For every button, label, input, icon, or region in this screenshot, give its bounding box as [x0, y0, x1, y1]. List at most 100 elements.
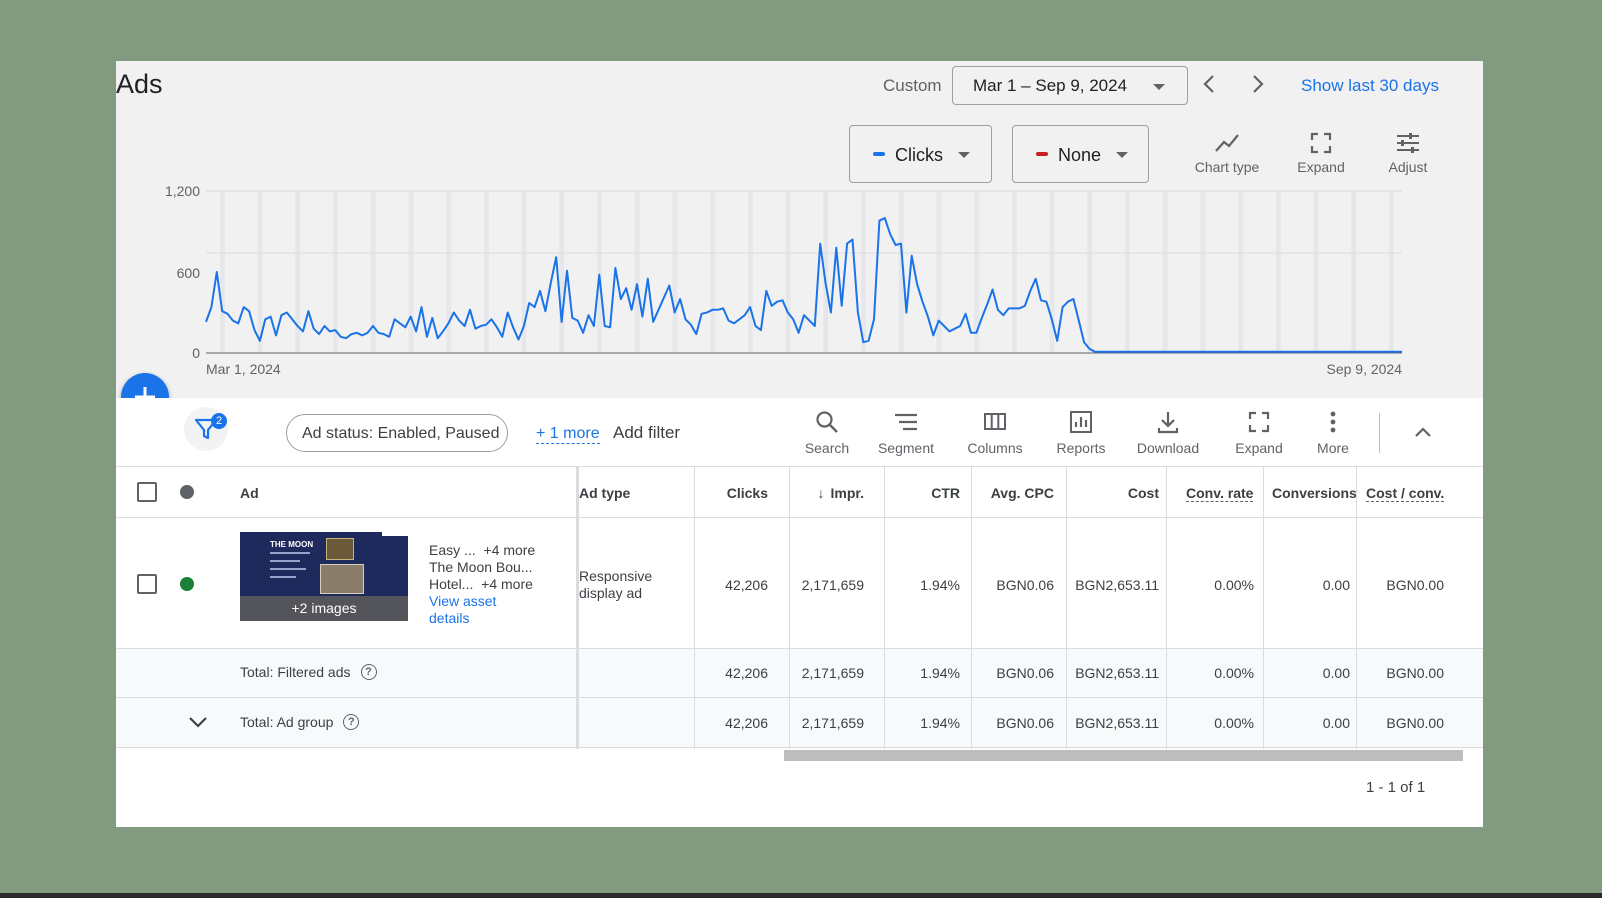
- metric2-select[interactable]: None: [1012, 125, 1149, 183]
- metric2-label: None: [1058, 145, 1102, 165]
- thumb-line: [270, 560, 300, 562]
- weekend-band: [220, 191, 225, 353]
- column-divider: [1166, 467, 1167, 749]
- cell-cost-per-conv: BGN0.00: [1386, 577, 1444, 593]
- help-icon[interactable]: ?: [343, 714, 360, 731]
- sort-arrow-down-icon: ↓: [817, 485, 825, 501]
- ad-status-filter-chip[interactable]: Ad status: Enabled, Paused: [286, 414, 508, 452]
- total-group-conversions: 0.00: [1322, 715, 1350, 731]
- cell-conversions: 0.00: [1322, 577, 1350, 593]
- col-conv-rate[interactable]: Conv. rate: [1186, 485, 1254, 502]
- thumb-line: [270, 552, 310, 554]
- adjust-icon: [1397, 133, 1419, 153]
- col-cost-per-conv[interactable]: Cost / conv.: [1366, 485, 1445, 502]
- column-divider: [1263, 467, 1264, 749]
- status-header-dot[interactable]: [180, 485, 194, 499]
- date-range-picker[interactable]: Mar 1 – Sep 9, 2024: [952, 66, 1188, 105]
- thumb-photo: [320, 564, 364, 594]
- col-conv-rate-label: Conv. rate: [1186, 485, 1254, 502]
- expand-icon: [1248, 411, 1270, 433]
- chevron-up-icon: [1415, 427, 1431, 437]
- x-label-start: Mar 1, 2024: [206, 361, 281, 377]
- x-label-end: Sep 9, 2024: [1326, 361, 1402, 377]
- cell-conv-rate: 0.00%: [1214, 577, 1254, 593]
- view-asset-details-link[interactable]: View asset details: [429, 593, 535, 627]
- more-vert-icon: [1330, 411, 1336, 433]
- collapse-chart-button[interactable]: [1407, 419, 1439, 450]
- ad-image-preview[interactable]: THE MOON +2 images: [240, 532, 408, 621]
- ads-panel: Ads Custom Mar 1 – Sep 9, 2024 Show last…: [116, 61, 1483, 827]
- download-button[interactable]: Download: [1133, 409, 1203, 456]
- expand-chart-button[interactable]: Expand: [1291, 131, 1351, 175]
- weekend-band: [1087, 191, 1093, 353]
- total-filtered-avg-cpc: BGN0.06: [996, 665, 1054, 681]
- search-icon: [816, 411, 838, 433]
- headline-1: Easy ...: [429, 542, 476, 558]
- more-options-button[interactable]: More: [1312, 409, 1354, 456]
- metric1-label: Clicks: [895, 145, 943, 165]
- chevron-left-icon: [1203, 75, 1214, 93]
- ad-type-line2: display ad: [579, 585, 643, 601]
- weekend-band: [748, 191, 753, 353]
- search-button[interactable]: Search: [798, 409, 856, 456]
- col-conversions[interactable]: Conversions: [1272, 485, 1360, 501]
- previous-period-button[interactable]: [1196, 70, 1224, 98]
- column-divider: [884, 467, 885, 749]
- filter-count-badge: 2: [211, 413, 227, 429]
- images-caption: +2 images: [240, 596, 408, 621]
- col-avg-cpc[interactable]: Avg. CPC: [976, 485, 1054, 501]
- weekend-bands: [220, 191, 1394, 353]
- chart-type-button[interactable]: Chart type: [1184, 131, 1270, 175]
- reports-label: Reports: [1056, 440, 1106, 456]
- help-icon[interactable]: ?: [360, 664, 377, 681]
- column-divider: [971, 467, 972, 749]
- search-label: Search: [804, 440, 850, 456]
- caret-down-icon: [1153, 84, 1165, 90]
- columns-icon: [984, 413, 1006, 430]
- col-impr[interactable]: ↓ Impr.: [788, 485, 864, 501]
- select-all-checkbox[interactable]: [137, 482, 157, 502]
- weekend-band: [408, 191, 414, 353]
- caret-down-icon: [1116, 152, 1128, 158]
- col-ad-type[interactable]: Ad type: [579, 485, 630, 501]
- weekend-band: [1125, 191, 1130, 353]
- expand-table-button[interactable]: Expand: [1229, 409, 1289, 456]
- weekend-band: [672, 191, 678, 353]
- columns-label: Columns: [967, 440, 1023, 456]
- col-ad[interactable]: Ad: [240, 485, 259, 501]
- weekend-band: [1200, 191, 1206, 353]
- total-group-cost: BGN2,653.11: [1075, 715, 1159, 731]
- col-cost[interactable]: Cost: [1071, 485, 1159, 501]
- cell-avg-cpc: BGN0.06: [996, 577, 1054, 593]
- chart-area: Ads Custom Mar 1 – Sep 9, 2024 Show last…: [116, 61, 1483, 398]
- horizontal-scrollbar[interactable]: [784, 750, 1463, 761]
- show-last-30-days-link[interactable]: Show last 30 days: [1301, 76, 1439, 96]
- pagination-status: 1 - 1 of 1: [1366, 779, 1426, 796]
- row-checkbox[interactable]: [137, 574, 157, 594]
- more-filters-link[interactable]: + 1 more: [536, 425, 600, 444]
- ad-headlines: Easy ... +4 more The Moon Bou... Hotel..…: [429, 542, 535, 627]
- next-period-button[interactable]: [1243, 70, 1271, 98]
- chevron-right-icon: [1253, 75, 1264, 93]
- total-group-avg-cpc: BGN0.06: [996, 715, 1054, 731]
- status-enabled-dot[interactable]: [180, 577, 194, 591]
- segment-label: Segment: [877, 440, 935, 456]
- adjust-chart-button[interactable]: Adjust: [1380, 131, 1436, 175]
- total-filtered-conv-rate: 0.00%: [1214, 665, 1254, 681]
- caret-down-icon: [958, 152, 970, 158]
- col-ctr[interactable]: CTR: [886, 485, 960, 501]
- columns-button[interactable]: Columns: [963, 409, 1027, 456]
- weekend-band: [936, 191, 942, 353]
- expand-total-button[interactable]: [186, 710, 210, 737]
- segment-button[interactable]: Segment: [874, 409, 938, 456]
- total-ad-group-label: Total: Ad group?: [240, 714, 360, 731]
- headline-2: The Moon Bou...: [429, 559, 533, 575]
- col-clicks[interactable]: Clicks: [686, 485, 768, 501]
- metric1-swatch: [873, 152, 885, 157]
- metric2-swatch: [1036, 152, 1048, 157]
- metric1-select[interactable]: Clicks: [849, 125, 992, 183]
- expand-icon: [1310, 132, 1332, 154]
- reports-button[interactable]: Reports: [1051, 409, 1111, 456]
- add-filter-button[interactable]: Add filter: [613, 423, 680, 443]
- table-header: Ad Ad type Clicks ↓ Impr. CTR Avg. CPC Co…: [116, 467, 1483, 518]
